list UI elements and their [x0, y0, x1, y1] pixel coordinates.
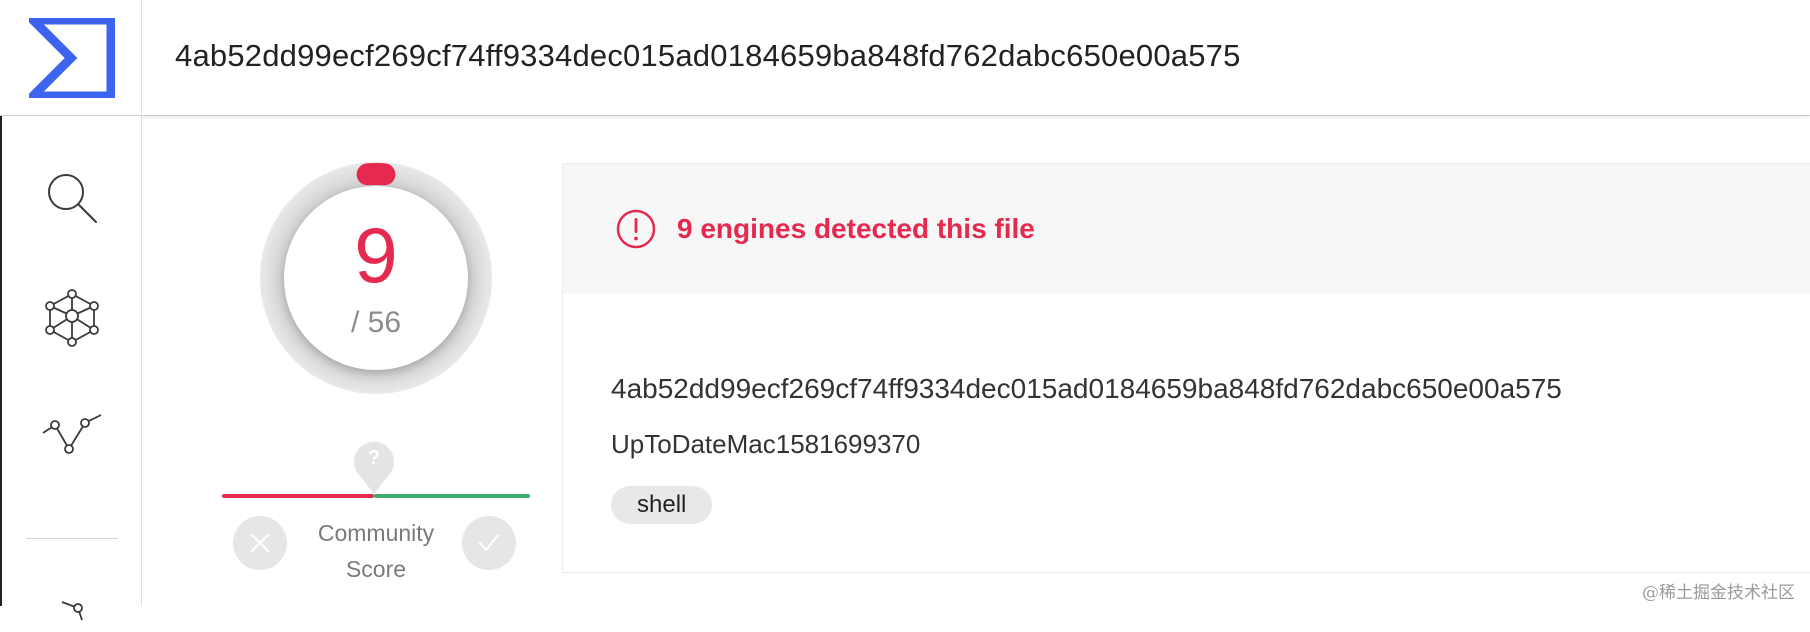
trend-chart-icon: [39, 409, 105, 459]
exclamation-circle-icon: [616, 209, 656, 249]
community-label-line2: Score: [290, 551, 462, 587]
sidebar-item-search[interactable]: [32, 158, 112, 238]
close-icon: [249, 532, 271, 554]
home-logo-link[interactable]: [2, 0, 142, 115]
watermark: @稀土掘金技术社区: [1642, 578, 1795, 603]
sidebar-item-trends[interactable]: [32, 394, 112, 474]
vote-harmless-button[interactable]: [462, 516, 516, 570]
sigma-logo-icon: [29, 18, 115, 98]
detection-score-gauge: 9 / 56: [258, 160, 494, 396]
sidebar-item-graph[interactable]: [32, 278, 112, 358]
detection-alert: 9 engines detected this file: [563, 164, 1810, 294]
community-score-label: Community Score: [290, 515, 462, 587]
file-summary-panel: 9 engines detected this file 4ab52dd99ec…: [562, 163, 1810, 573]
detection-alert-text: 9 engines detected this file: [677, 213, 1035, 245]
partial-icon: [42, 562, 102, 622]
file-hash: 4ab52dd99ecf269cf74ff9334dec015ad0184659…: [611, 373, 1562, 405]
search-icon: [42, 168, 102, 228]
vote-harmful-button[interactable]: [233, 516, 287, 570]
file-hash-title: 4ab52dd99ecf269cf74ff9334dec015ad0184659…: [175, 38, 1241, 74]
community-bar-positive: [374, 494, 530, 498]
sidebar-item-more[interactable]: [32, 552, 112, 632]
community-marker-text: ?: [352, 447, 396, 470]
check-icon: [477, 532, 501, 554]
community-score-marker: ?: [352, 438, 396, 496]
relations-graph-icon: [42, 288, 102, 348]
community-score: ? Community Score: [222, 438, 530, 588]
detection-count: 9: [258, 216, 494, 294]
top-header: 4ab52dd99ecf269cf74ff9334dec015ad0184659…: [0, 0, 1810, 116]
sidebar-divider: [26, 538, 118, 539]
file-name: UpToDateMac1581699370: [611, 429, 920, 460]
file-tag[interactable]: shell: [611, 486, 712, 524]
community-label-line1: Community: [290, 515, 462, 551]
engine-total: / 56: [258, 308, 494, 338]
sidebar: [2, 116, 142, 606]
